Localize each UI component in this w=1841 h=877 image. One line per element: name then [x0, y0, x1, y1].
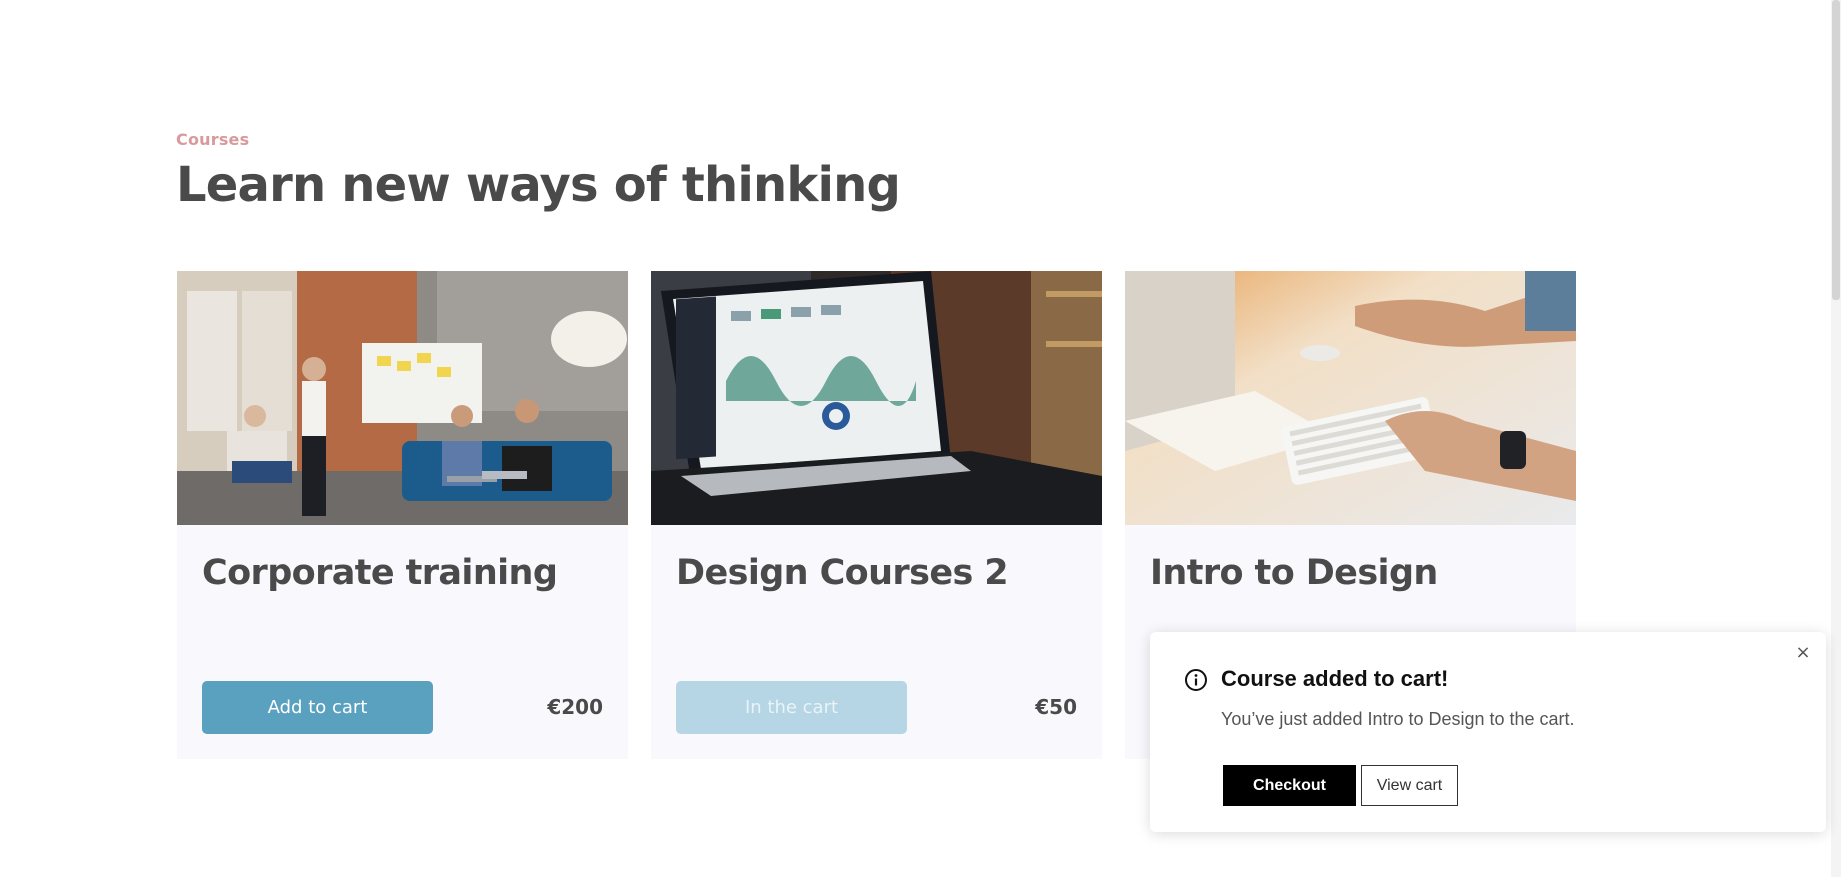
course-title: Corporate training	[202, 553, 558, 593]
page-scrollbar[interactable]	[1831, 0, 1841, 877]
scrollbar-thumb[interactable]	[1832, 0, 1840, 300]
close-icon[interactable]: ×	[1792, 642, 1814, 664]
course-image-corporate-training[interactable]	[177, 271, 628, 525]
course-image-design-courses-2[interactable]	[651, 271, 1102, 525]
section-eyebrow: Courses	[176, 130, 250, 149]
section-heading: Learn new ways of thinking	[176, 157, 901, 213]
view-cart-button[interactable]: View cart	[1361, 765, 1458, 806]
course-image-intro-to-design[interactable]	[1125, 271, 1576, 525]
course-price: €200	[547, 695, 603, 719]
add-to-cart-button[interactable]: Add to cart	[202, 681, 433, 734]
checkout-button[interactable]: Checkout	[1223, 765, 1356, 806]
course-title: Design Courses 2	[676, 553, 1009, 593]
course-price: €50	[1035, 695, 1077, 719]
notification-message: You’ve just added Intro to Design to the…	[1221, 709, 1575, 729]
course-card: Corporate training Add to cart €200	[177, 271, 628, 759]
cart-notification: × Course added to cart! You’ve just adde…	[1150, 632, 1826, 832]
course-card: Design Courses 2 In the cart €50	[651, 271, 1102, 759]
course-title: Intro to Design	[1150, 553, 1438, 593]
in-the-cart-button[interactable]: In the cart	[676, 681, 907, 734]
notification-title: Course added to cart!	[1221, 666, 1449, 691]
info-icon	[1185, 669, 1207, 691]
courses-section-header: Courses Learn new ways of thinking	[176, 130, 1576, 212]
